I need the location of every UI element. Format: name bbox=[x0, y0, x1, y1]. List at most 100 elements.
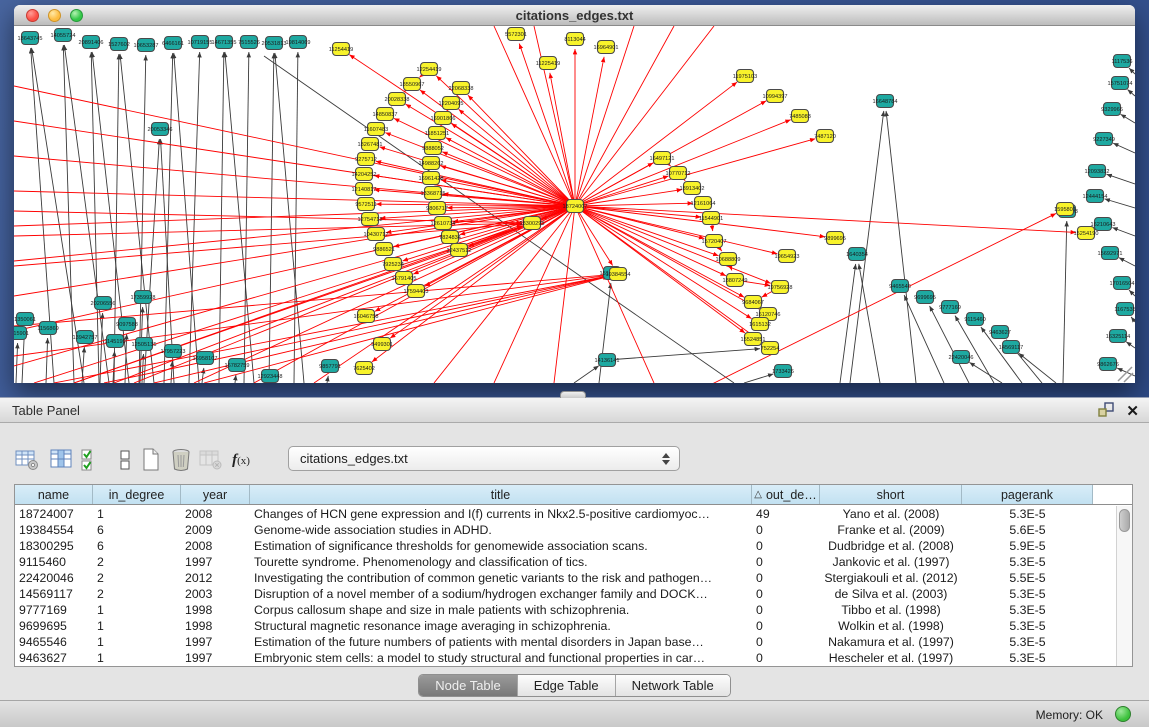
graph-node-label: 7625402 bbox=[353, 366, 375, 372]
cell-year: 2003 bbox=[181, 586, 250, 602]
graph-node-label: 12161064 bbox=[691, 201, 716, 207]
graph-node-label: 1167535 bbox=[1114, 307, 1135, 313]
graph-node-label: 19756928 bbox=[768, 285, 793, 291]
cell-out_de: 0 bbox=[752, 554, 820, 570]
cell-short: Wolkin et al. (1998) bbox=[820, 618, 962, 634]
table-row[interactable]: 1456911722003Disruption of a novel membe… bbox=[15, 586, 1116, 602]
graph-node-label: 12254419 bbox=[417, 67, 442, 73]
cell-pagerank: 5.3E-5 bbox=[962, 586, 1093, 602]
cell-title: Estimation of the future numbers of pati… bbox=[250, 634, 752, 650]
create-column-icon[interactable] bbox=[136, 445, 166, 475]
table-panel: Table Panel ✕ bbox=[0, 397, 1149, 700]
graph-node-label: 20891406 bbox=[79, 40, 104, 46]
graph-node-label: 17016504 bbox=[1110, 281, 1135, 287]
table-row[interactable]: 946554611997Estimation of the future num… bbox=[15, 634, 1116, 650]
status-bar: Memory: OK bbox=[0, 700, 1149, 727]
graph-node-label: 16497121 bbox=[650, 156, 675, 162]
table-mode-icon[interactable] bbox=[12, 445, 42, 475]
graph-node-label: 11544901 bbox=[699, 216, 723, 222]
graph-node-label: 18267481 bbox=[358, 142, 383, 148]
graph-node-label: 1156869 bbox=[37, 326, 58, 332]
graph-node-label: 7515526 bbox=[238, 40, 260, 46]
graph-node-label: 12610734 bbox=[431, 221, 456, 227]
splitter-handle[interactable] bbox=[560, 391, 586, 398]
table-row[interactable]: 977716911998Corpus callosum shape and si… bbox=[15, 602, 1116, 618]
table-panel-header: Table Panel ✕ bbox=[0, 397, 1149, 423]
graph-node-label: 18913402 bbox=[680, 186, 705, 192]
memory-status-label: Memory: OK bbox=[1036, 708, 1103, 722]
column-header-out_de[interactable]: △out_de… bbox=[752, 485, 820, 504]
table-row[interactable]: 969969511998Structural magnetic resonanc… bbox=[15, 618, 1116, 634]
import-table-icon[interactable] bbox=[196, 445, 226, 475]
graph-node-label: 1595801 bbox=[1054, 207, 1076, 213]
cell-pagerank: 5.3E-5 bbox=[962, 618, 1093, 634]
window-title: citations_edges.txt bbox=[14, 7, 1135, 25]
table-select-dropdown[interactable]: citations_edges.txt bbox=[288, 446, 680, 471]
show-columns-icon[interactable] bbox=[46, 445, 76, 475]
column-header-short[interactable]: short bbox=[820, 485, 962, 504]
graph-node-label: 14136141 bbox=[595, 358, 620, 364]
graph-node-label: 15524851 bbox=[741, 337, 766, 343]
graph-node-label: 17359928 bbox=[131, 295, 156, 301]
graph-node-label: 9862676 bbox=[1097, 362, 1119, 368]
delete-column-icon[interactable] bbox=[166, 445, 196, 475]
function-builder-icon[interactable]: f(x) bbox=[226, 445, 256, 475]
window-titlebar[interactable]: citations_edges.txt bbox=[14, 5, 1135, 26]
column-header-year[interactable]: year bbox=[181, 485, 250, 504]
graph-node-label: 10719155 bbox=[188, 40, 213, 46]
graph-node-label: 16210643 bbox=[1091, 222, 1116, 228]
column-header-pagerank[interactable]: pagerank bbox=[962, 485, 1093, 504]
table-row[interactable]: 1872400712008Changes of HCN gene express… bbox=[15, 506, 1116, 522]
graph-node-label: 9886521 bbox=[373, 247, 395, 253]
graph-node-label: 9888052 bbox=[422, 146, 444, 152]
graph-node-label: 16961428 bbox=[419, 176, 444, 182]
cell-short: Stergiakouli et al. (2012) bbox=[820, 570, 962, 586]
graph-node-label: 9777169 bbox=[939, 305, 961, 311]
cell-year: 2008 bbox=[181, 538, 250, 554]
graph-node-label: 16325114 bbox=[1106, 334, 1130, 340]
cell-short: Hescheler et al. (1997) bbox=[820, 650, 962, 666]
graph-node-label: 7925234 bbox=[382, 262, 404, 268]
column-header-title[interactable]: title bbox=[250, 485, 752, 504]
cell-name: 14569117 bbox=[15, 586, 93, 602]
column-header-in_degree[interactable]: in_degree bbox=[93, 485, 181, 504]
cell-name: 9699695 bbox=[15, 618, 93, 634]
graph-node-label: 16648784 bbox=[873, 99, 898, 105]
graph-node-label: 16791405 bbox=[392, 276, 417, 282]
tab-node-table[interactable]: Node Table bbox=[419, 675, 517, 696]
graph-node-label: 13368715 bbox=[421, 191, 446, 197]
table-row[interactable]: 946362711997Embryonic stem cells: a mode… bbox=[15, 650, 1116, 666]
float-panel-icon[interactable] bbox=[1098, 402, 1114, 422]
cell-in_degree: 1 bbox=[93, 506, 181, 522]
table-row[interactable]: 911546021997Tourette syndrome. Phenomeno… bbox=[15, 554, 1116, 570]
graph-node-label: 11851251 bbox=[425, 131, 449, 137]
graph-node-label: 15720407 bbox=[702, 239, 727, 245]
scrollbar-thumb[interactable] bbox=[1119, 509, 1130, 532]
tab-network-table[interactable]: Network Table bbox=[615, 675, 730, 696]
tab-edge-table[interactable]: Edge Table bbox=[517, 675, 615, 696]
cell-out_de: 0 bbox=[752, 602, 820, 618]
table-row[interactable]: 2242004622012Investigating the contribut… bbox=[15, 570, 1116, 586]
network-view[interactable]: 1872400718643745140557242089140615276021… bbox=[14, 26, 1135, 383]
table-row[interactable]: 1830029562008Estimation of significance … bbox=[15, 538, 1116, 554]
cell-year: 2009 bbox=[181, 522, 250, 538]
graph-node-label: 1733426 bbox=[772, 369, 794, 375]
select-rows-icon[interactable] bbox=[76, 445, 106, 475]
graph-node-label: 1640354 bbox=[846, 252, 868, 258]
cell-short: de Silva et al. (2003) bbox=[820, 586, 962, 602]
graph-node-label: 15751074 bbox=[1108, 81, 1133, 87]
vertical-scrollbar[interactable] bbox=[1116, 506, 1132, 666]
graph-node-label: 14055724 bbox=[51, 33, 76, 39]
cell-in_degree: 2 bbox=[93, 554, 181, 570]
close-panel-icon[interactable]: ✕ bbox=[1126, 404, 1139, 420]
graph-node-label: 14204252 bbox=[352, 172, 377, 178]
table-toolbar: f(x) citations_edges.txt bbox=[0, 443, 1149, 477]
cell-short: Nakamura et al. (1997) bbox=[820, 634, 962, 650]
column-header-name[interactable]: name bbox=[15, 485, 93, 504]
graph-node-label: 12093832 bbox=[1085, 169, 1110, 175]
cell-in_degree: 1 bbox=[93, 618, 181, 634]
cell-pagerank: 5.6E-5 bbox=[962, 522, 1093, 538]
table-row[interactable]: 1938455462009Genome-wide association stu… bbox=[15, 522, 1116, 538]
graph-node-label: 11607483 bbox=[364, 127, 388, 133]
graph-node-label: 12140817 bbox=[352, 187, 377, 193]
